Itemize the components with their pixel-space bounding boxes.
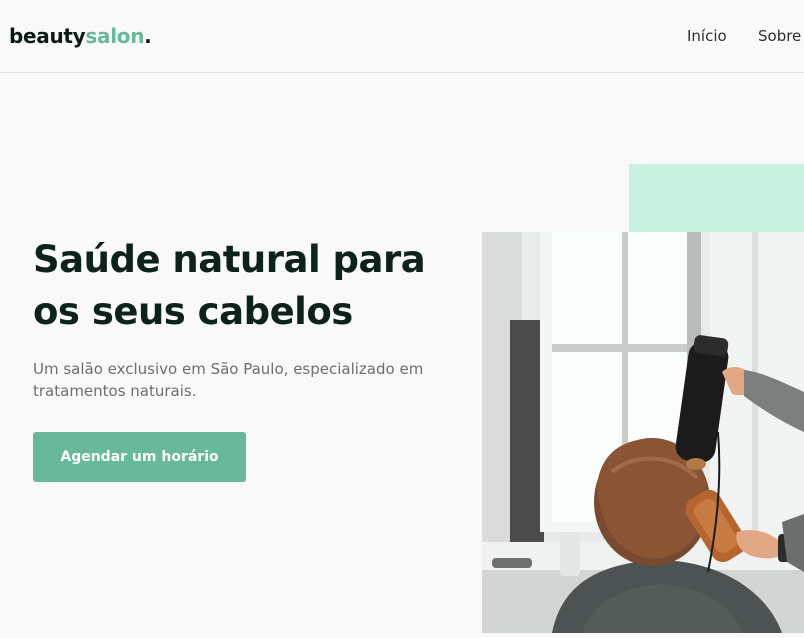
hero-photo-salon (482, 232, 804, 633)
logo-text-beauty: beauty (9, 24, 86, 48)
hero-title: Saúde natural para os seus cabelos (33, 238, 426, 333)
top-navigation-bar: beautysalon. Início Sobre (0, 0, 804, 73)
salon-photo-illustration (482, 232, 804, 633)
logo-dot: . (144, 24, 152, 48)
schedule-appointment-button[interactable]: Agendar um horário (33, 432, 246, 482)
brand-logo[interactable]: beautysalon. (9, 24, 152, 48)
decorative-accent-block (629, 164, 804, 232)
nav-link-inicio[interactable]: Início (687, 27, 727, 45)
nav-link-sobre[interactable]: Sobre (758, 27, 801, 45)
logo-text-salon: salon (85, 24, 145, 48)
hero-subtitle: Um salão exclusivo em São Paulo, especia… (33, 360, 424, 400)
